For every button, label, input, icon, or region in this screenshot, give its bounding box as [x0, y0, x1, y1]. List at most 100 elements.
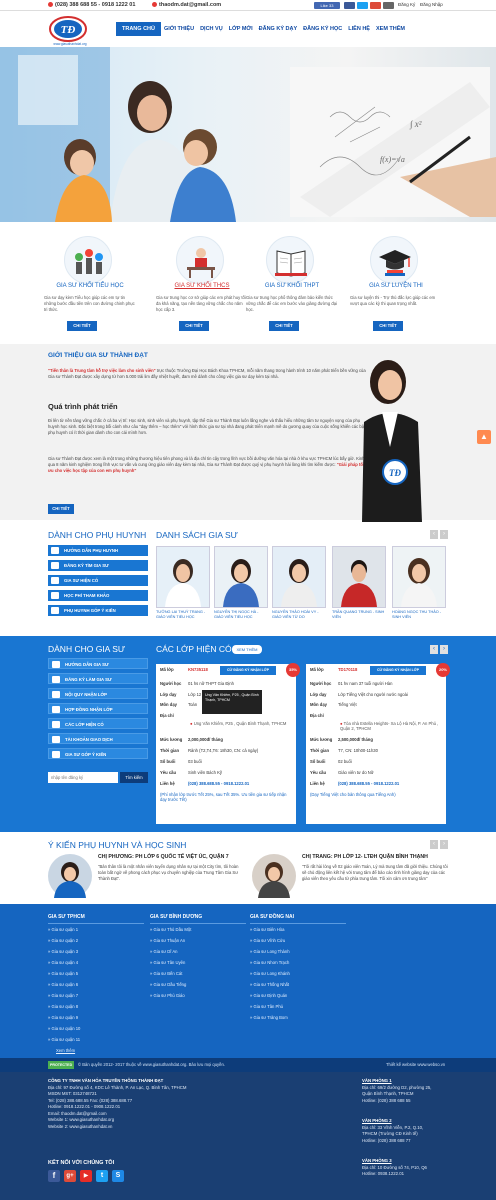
footer-link[interactable]: Gia sư quận 11	[48, 1034, 80, 1045]
footer-link[interactable]: Gia sư Tân Uyên	[150, 957, 191, 968]
skype-icon[interactable]: S	[112, 1170, 124, 1182]
footer-link[interactable]: Gia sư Dầu Tiếng	[150, 979, 191, 990]
tutor-card[interactable]: NGUYỄN THỊ NGỌC HÀ - GIÁO VIÊN TIỂU HỌC	[214, 546, 268, 619]
footer-link[interactable]: Gia sư Định Quán	[250, 990, 290, 1001]
testimonials-prev-button[interactable]: ‹	[430, 840, 438, 849]
tutor-menu-item[interactable]: GIA SƯ GÓP Ý KIẾN	[48, 748, 148, 759]
footer-link[interactable]: Gia sư Dĩ An	[150, 946, 191, 957]
footer-link[interactable]: Gia sư Trảng Bom	[250, 1012, 290, 1023]
footer-link[interactable]: Gia sư quận 2	[48, 935, 80, 946]
footer-col-title: GIA SƯ BÌNH DƯƠNG	[150, 914, 246, 924]
footer-link[interactable]: Gia sư Biên Hòa	[250, 924, 290, 935]
footer-link[interactable]: Gia sư Long Thành	[250, 946, 290, 957]
parents-menu-item[interactable]: ĐĂNG KÝ TÌM GIA SƯ	[48, 560, 148, 571]
graduation-cap-icon	[370, 236, 418, 284]
facebook-icon[interactable]: f	[48, 1170, 60, 1182]
menu-register-learn[interactable]: ĐĂNG KÝ HỌC	[300, 22, 345, 36]
footer-link[interactable]: Gia sư Nhơn Trạch	[250, 957, 290, 968]
tutor-photo	[156, 546, 210, 608]
service-detail-button[interactable]: CHI TIẾT	[269, 321, 299, 331]
parents-menu-item[interactable]: PHỤ HUYNH GÓP Ý KIẾN	[48, 605, 148, 616]
tutor-menu-item[interactable]: ĐĂNG KÝ LÀM GIA SƯ	[48, 673, 148, 684]
chevron-left-icon: ‹	[433, 531, 435, 537]
tutor-menu-item[interactable]: HƯỚNG DẪN GIA SƯ	[48, 658, 148, 669]
footer-link[interactable]: Gia sư quận 3	[48, 946, 80, 957]
intro-detail-button[interactable]: CHI TIẾT	[48, 504, 74, 514]
footer-link[interactable]: Gia sư Bến Cát	[150, 968, 191, 979]
tutor-menu-item[interactable]: HỢP ĐỒNG NHẬN LỚP	[48, 703, 148, 714]
service-card-exam: GIA SƯ LUYỆN THI Gia sư luyện thi - Trợ …	[340, 228, 452, 340]
footer-link[interactable]: Gia sư quận 8	[48, 1001, 80, 1012]
designer-credit[interactable]: Thiết kế website www.webso.vn	[386, 1062, 445, 1067]
footer-link[interactable]: Gia sư Thủ Dầu Một	[150, 924, 191, 935]
twitter-icon[interactable]	[357, 2, 368, 9]
svg-text:TĐ: TĐ	[389, 468, 401, 478]
youtube-icon[interactable]: ▶	[80, 1170, 92, 1182]
search-button[interactable]: Tìm kiếm	[120, 772, 148, 783]
service-title[interactable]: GIA SƯ KHỐI TIỂU HỌC	[34, 283, 146, 289]
tutor-card[interactable]: TRẦN QUANG TRUNG - SINH VIÊN	[332, 546, 386, 619]
footer-link[interactable]: Gia sư Phú Giáo	[150, 990, 191, 1001]
email-share-icon[interactable]	[383, 2, 394, 9]
footer-link[interactable]: Gia sư quận 7	[48, 990, 80, 1001]
parents-menu-item[interactable]: HƯỚNG DẪN PHỤ HUYNH	[48, 545, 148, 556]
footer-see-more-link[interactable]: Xem thêm	[48, 1045, 80, 1056]
footer-link[interactable]: Gia sư Thống Nhất	[250, 979, 290, 990]
site-logo[interactable]: TĐ www.giasuthanhdat.org	[48, 13, 92, 47]
tutor-menu-item[interactable]: NỘI QUY NHẬN LỚP	[48, 688, 148, 699]
footer-col-title: GIA SƯ TPHCM	[48, 914, 144, 924]
service-detail-button[interactable]: CHI TIẾT	[179, 321, 209, 331]
login-link[interactable]: Đăng Nhập	[420, 2, 443, 7]
facebook-icon[interactable]	[344, 2, 355, 9]
footer-link[interactable]: Gia sư Long Khánh	[250, 968, 290, 979]
testimonials-next-button[interactable]: ›	[440, 840, 448, 849]
fee-badge: 35%	[286, 663, 300, 677]
parents-menu-item[interactable]: HỌC PHÍ THAM KHẢO	[48, 590, 148, 601]
footer-link[interactable]: Gia sư quận 5	[48, 968, 80, 979]
tutors-next-button[interactable]: ›	[440, 530, 448, 539]
scroll-up-button[interactable]: ▲	[477, 430, 491, 444]
footer-link[interactable]: Gia sư quận 1	[48, 924, 80, 935]
menu-contact[interactable]: LIÊN HỆ	[345, 22, 373, 36]
parents-menu-item[interactable]: GIA SƯ HIỆN CÓ	[48, 575, 148, 586]
tutor-menu-item[interactable]: CÁC LỚP HIỆN CÓ	[48, 718, 148, 729]
tutor-card[interactable]: NGUYỄN THẢO HOÀI VY - GIÁO VIÊN TỪ DO	[272, 546, 326, 619]
service-title[interactable]: GIA SƯ LUYỆN THI	[340, 283, 452, 289]
footer-link[interactable]: Gia sư Thuận An	[150, 935, 191, 946]
service-desc: Gia sư trung học phổ thông đảm bảo kiến …	[246, 295, 337, 312]
footer-link[interactable]: Gia sư quận 4	[48, 957, 80, 968]
search-input[interactable]	[48, 772, 118, 783]
tutor-card[interactable]: HOÀNG NGỌC THU THẢO - SINH VIÊN	[392, 546, 446, 619]
class-row-learner: Người học 01 hv nam 37 tuổi người Hàn	[310, 681, 393, 686]
twitter-icon[interactable]: t	[96, 1170, 108, 1182]
menu-about[interactable]: GIỚI THIỆU	[161, 22, 197, 36]
see-more-classes-button[interactable]: XEM THÊM	[232, 645, 262, 654]
service-detail-button[interactable]: CHI TIẾT	[373, 321, 403, 331]
footer-link[interactable]: Gia sư quận 9	[48, 1012, 80, 1023]
tutor-menu-item[interactable]: TÀI KHOẢN GIAO DỊCH	[48, 733, 148, 744]
tutor-name: TRẦN QUANG TRUNG - SINH VIÊN	[332, 610, 385, 619]
menu-new-classes[interactable]: LỚP MỚI	[226, 22, 256, 36]
register-class-tag[interactable]: CỬ ĐĂNG KÝ NHẬN LỚP	[220, 666, 276, 675]
google-plus-icon[interactable]: g+	[64, 1170, 76, 1182]
menu-more[interactable]: XEM THÊM	[373, 22, 408, 36]
google-plus-icon[interactable]	[370, 2, 381, 9]
footer-link[interactable]: Gia sư Tân Phú	[250, 1001, 290, 1012]
menu-home[interactable]: TRANG CHỦ	[116, 22, 161, 36]
footer-link[interactable]: Gia sư quận 6	[48, 979, 80, 990]
classes-next-button[interactable]: ›	[440, 645, 448, 654]
classes-prev-button[interactable]: ‹	[430, 645, 438, 654]
menu-register-teach[interactable]: ĐĂNG KÝ DẠY	[256, 22, 301, 36]
footer-link[interactable]: Gia sư Vĩnh Cửu	[250, 935, 290, 946]
register-class-tag[interactable]: CỬ ĐĂNG KÝ NHẬN LỚP	[370, 666, 426, 675]
tutors-prev-button[interactable]: ‹	[430, 530, 438, 539]
menu-services[interactable]: DỊCH VỤ	[197, 22, 226, 36]
register-link[interactable]: Đăng Ký	[398, 2, 415, 7]
children-icon	[64, 236, 112, 284]
footer-link[interactable]: Gia sư quận 10	[48, 1023, 80, 1034]
service-title[interactable]: GIA SƯ KHỐI THPT	[236, 283, 348, 289]
protected-badge: PROTECTED	[48, 1061, 75, 1069]
tutor-card[interactable]: TƯỞNG LAI THUỲ TRANG - GIÁO VIÊN TIỂU HỌ…	[156, 546, 210, 619]
service-detail-button[interactable]: CHI TIẾT	[67, 321, 97, 331]
facebook-like-button[interactable]: Like 33	[314, 2, 340, 9]
